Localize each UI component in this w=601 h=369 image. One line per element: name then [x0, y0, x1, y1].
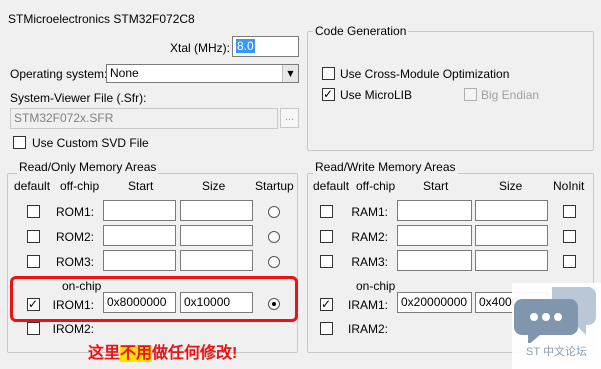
big-endian-checkbox[interactable] [464, 88, 477, 101]
cross-module-checkbox[interactable] [322, 67, 335, 80]
rom3-default-checkbox[interactable] [27, 255, 40, 268]
chevron-down-icon[interactable]: ▼ [282, 65, 298, 82]
ram-col-start: Start [423, 179, 449, 193]
ram2-label: RAM2: [351, 230, 388, 244]
rom1-start-input[interactable] [103, 200, 176, 221]
annotation-text: 这里不用做任何修改! [88, 344, 237, 364]
rom2-size-input[interactable] [180, 225, 253, 246]
iram1-default-checkbox[interactable] [320, 296, 333, 312]
ram3-default-checkbox[interactable] [320, 255, 333, 268]
ram-col-noinit: NoInit [553, 179, 585, 193]
device-title: STMicroelectronics STM32F072C8 [8, 12, 195, 26]
os-select[interactable]: None ▼ [106, 64, 299, 83]
ram3-noinit-checkbox[interactable] [563, 255, 576, 268]
rom3-start-input[interactable] [103, 250, 176, 271]
os-select-value: None [110, 66, 139, 80]
ram3-size-input[interactable] [475, 250, 548, 271]
annotation-after: 做任何修改! [152, 345, 238, 362]
rom-col-start: Start [128, 179, 154, 193]
os-label: Operating system: [10, 67, 108, 81]
svd-label: Use Custom SVD File [32, 136, 149, 150]
watermark: ST 中文论坛 [512, 283, 601, 369]
code-generation-title: Code Generation [313, 24, 409, 38]
sysviewer-label: System-Viewer File (.Sfr): [10, 91, 147, 105]
watermark-text: ST 中文论坛 [526, 346, 587, 358]
ram-group-title: Read/Write Memory Areas [313, 160, 458, 174]
iram2-label: IRAM2: [347, 322, 388, 336]
rom-col-size: Size [202, 179, 226, 193]
rom3-label: ROM3: [55, 255, 94, 269]
ram2-default-checkbox[interactable] [320, 230, 333, 243]
rom-col-offchip: off-chip [60, 179, 100, 193]
ram2-noinit-checkbox[interactable] [563, 230, 576, 243]
rom-col-default: default [14, 179, 51, 193]
svd-checkbox[interactable] [13, 136, 26, 149]
ram1-label: RAM1: [351, 205, 388, 219]
ram-col-offchip: off-chip [356, 179, 396, 193]
big-endian-label: Big Endian [481, 88, 540, 102]
rom2-default-checkbox[interactable] [27, 230, 40, 243]
ram1-size-input[interactable] [475, 200, 548, 221]
browse-button[interactable]: ... [280, 108, 299, 128]
xtal-value: 8.0 [236, 39, 255, 53]
rom2-label: ROM2: [55, 230, 94, 244]
iram2-default-checkbox[interactable] [320, 322, 333, 335]
ram-col-default: default [313, 179, 350, 193]
ram1-start-input[interactable] [397, 200, 472, 221]
annotation-before: 这里 [88, 345, 121, 362]
rom-col-startup: Startup [255, 179, 294, 193]
xtal-label: Xtal (MHz): [170, 41, 230, 55]
rom1-label: ROM1: [55, 205, 94, 219]
rom2-start-input[interactable] [103, 225, 176, 246]
rom1-startup-radio[interactable] [268, 206, 280, 218]
iram1-label: IRAM1: [347, 298, 388, 312]
rom1-size-input[interactable] [180, 200, 253, 221]
ram2-start-input[interactable] [397, 225, 472, 246]
microlib-label: Use MicroLIB [340, 88, 413, 102]
ram1-default-checkbox[interactable] [320, 205, 333, 218]
rom-group-title: Read/Only Memory Areas [17, 160, 159, 174]
rom3-size-input[interactable] [180, 250, 253, 271]
rom2-startup-radio[interactable] [268, 231, 280, 243]
xtal-input[interactable]: 8.0 [232, 36, 299, 57]
highlight-box [10, 276, 298, 322]
ram3-start-input[interactable] [397, 250, 472, 271]
ram-onchip-label: on-chip [356, 279, 396, 293]
iram1-start-input[interactable]: 0x20000000 [397, 292, 472, 313]
chat-bubble-icon [514, 287, 596, 343]
rom1-default-checkbox[interactable] [27, 205, 40, 218]
irom2-label: IROM2: [52, 322, 94, 336]
ram-col-size: Size [499, 179, 523, 193]
rom3-startup-radio[interactable] [268, 256, 280, 268]
sysviewer-input[interactable]: STM32F072x.SFR [10, 108, 278, 129]
annotation-highlight: 不用 [120, 345, 153, 362]
ram2-size-input[interactable] [475, 225, 548, 246]
irom2-default-checkbox[interactable] [27, 322, 40, 335]
cross-module-label: Use Cross-Module Optimization [340, 67, 510, 81]
ram1-noinit-checkbox[interactable] [563, 205, 576, 218]
ram3-label: RAM3: [351, 255, 388, 269]
microlib-checkbox[interactable] [322, 86, 335, 102]
